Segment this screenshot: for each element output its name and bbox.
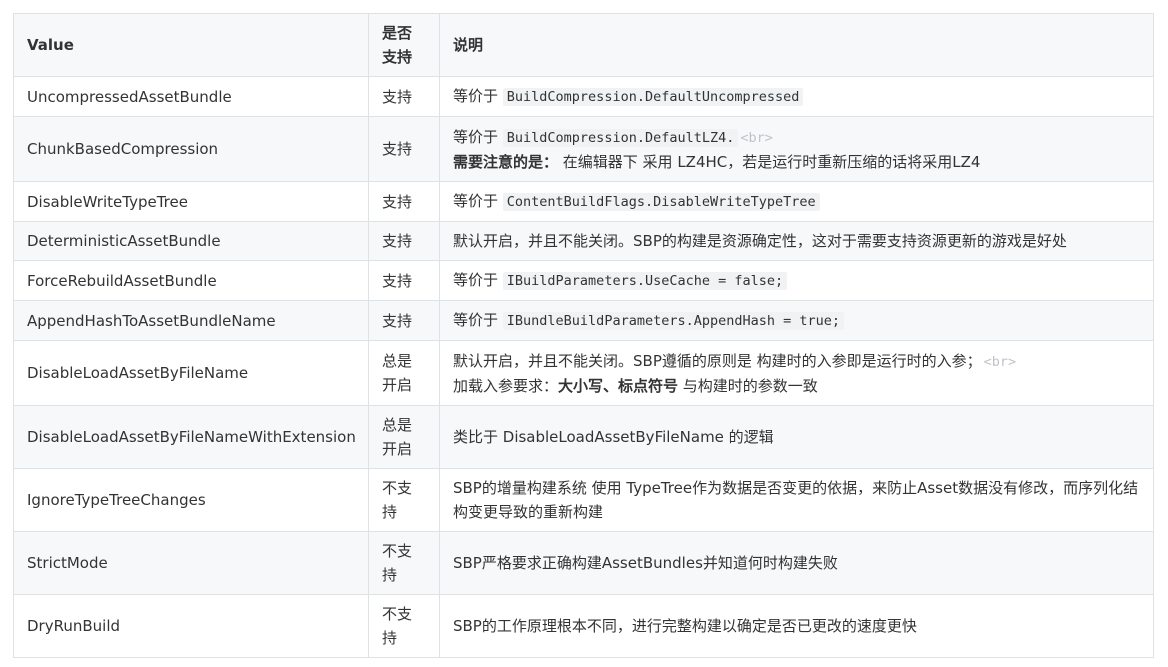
value-cell: UncompressedAssetBundle [13, 76, 369, 117]
description-cell: 等价于 ContentBuildFlags.DisableWriteTypeTr… [439, 181, 1154, 222]
description-text: 等价于 [453, 87, 503, 105]
table-row: ChunkBasedCompression 支持 等价于 BuildCompre… [13, 116, 1154, 182]
description-line: 默认开启，并且不能关闭。SBP遵循的原则是 构建时的入参即是运行时的入参； <br… [453, 349, 1140, 374]
value-cell: IgnoreTypeTreeChanges [13, 468, 369, 532]
support-cell: 支持 [368, 181, 440, 222]
inline-code: BuildCompression.DefaultUncompressed [502, 88, 804, 106]
support-cell: 不支持 [368, 531, 440, 595]
header-description: 说明 [439, 13, 1154, 77]
table-row: UncompressedAssetBundle 支持 等价于 BuildComp… [13, 76, 1154, 117]
value-cell: DisableLoadAssetByFileName [13, 340, 369, 406]
br-tag-text: <br> [983, 353, 1017, 370]
value-cell: DisableLoadAssetByFileNameWithExtension [13, 405, 369, 469]
support-cell: 不支持 [368, 468, 440, 532]
description-text: 等价于 [453, 192, 503, 210]
support-cell: 支持 [368, 300, 440, 341]
inline-code: ContentBuildFlags.DisableWriteTypeTree [502, 193, 820, 211]
header-support: 是否支持 [368, 13, 440, 77]
support-cell: 总是开启 [368, 340, 440, 406]
table-row: DisableWriteTypeTree 支持 等价于 ContentBuild… [13, 181, 1154, 222]
description-text: 等价于 [453, 127, 503, 146]
inline-code: IBuildParameters.UseCache = false; [502, 272, 788, 290]
table-row: IgnoreTypeTreeChanges 不支持 SBP的增量构建系统 使用 … [13, 468, 1154, 532]
description-text: 等价于 [453, 311, 503, 329]
value-cell: DryRunBuild [13, 594, 369, 658]
description-line: 加载入参要求：大小写、标点符号 与构建时的参数一致 [453, 374, 1140, 398]
value-cell: DeterministicAssetBundle [13, 221, 369, 261]
support-cell: 支持 [368, 260, 440, 301]
description-text: 加载入参要求： [453, 376, 559, 395]
header-value: Value [13, 13, 369, 77]
description-line: 等价于 BuildCompression.DefaultLZ4. <br> [453, 125, 1140, 150]
inline-code: IBundleBuildParameters.AppendHash = true… [502, 312, 845, 330]
support-cell: 支持 [368, 116, 440, 182]
bold-note: 大小写、标点符号 [558, 376, 679, 395]
bold-note: 需要注意的是： [453, 152, 559, 171]
table-row: ForceRebuildAssetBundle 支持 等价于 IBuildPar… [13, 260, 1154, 301]
br-tag-text: <br> [740, 129, 773, 146]
description-cell: 等价于 IBundleBuildParameters.AppendHash = … [439, 300, 1154, 341]
description-cell: 默认开启，并且不能关闭。SBP遵循的原则是 构建时的入参即是运行时的入参； <br… [439, 340, 1154, 406]
inline-code: BuildCompression.DefaultLZ4. [502, 128, 739, 147]
table-row: DisableLoadAssetByFileNameWithExtension … [13, 405, 1154, 469]
description-cell: 类比于 DisableLoadAssetByFileName 的逻辑 [439, 405, 1154, 469]
description-cell: SBP的增量构建系统 使用 TypeTree作为数据是否变更的依据，来防止Ass… [439, 468, 1154, 532]
description-line: 需要注意的是： 在编辑器下 采用 LZ4HC，若是运行时重新压缩的话将采用LZ4 [453, 150, 1140, 174]
value-cell: ChunkBasedCompression [13, 116, 369, 182]
description-text: 在编辑器下 采用 LZ4HC，若是运行时重新压缩的话将采用LZ4 [558, 152, 981, 171]
description-cell: 等价于 BuildCompression.DefaultLZ4. <br> 需要注… [439, 116, 1154, 182]
table-row: AppendHashToAssetBundleName 支持 等价于 IBund… [13, 300, 1154, 341]
description-text: 等价于 [453, 271, 503, 289]
description-cell: 等价于 BuildCompression.DefaultUncompressed [439, 76, 1154, 117]
value-cell: ForceRebuildAssetBundle [13, 260, 369, 301]
value-cell: AppendHashToAssetBundleName [13, 300, 369, 341]
support-cell: 支持 [368, 76, 440, 117]
table-row: DeterministicAssetBundle 支持 默认开启，并且不能关闭。… [13, 221, 1154, 261]
table-row: DryRunBuild 不支持 SBP的工作原理根本不同，进行完整构建以确定是否… [13, 594, 1154, 658]
description-text: 与构建时的参数一致 [678, 376, 818, 395]
table-header-row: Value 是否支持 说明 [13, 13, 1154, 77]
value-cell: DisableWriteTypeTree [13, 181, 369, 222]
table-row: StrictMode 不支持 SBP严格要求正确构建AssetBundles并知… [13, 531, 1154, 595]
description-cell: 等价于 IBuildParameters.UseCache = false; [439, 260, 1154, 301]
support-cell: 总是开启 [368, 405, 440, 469]
description-cell: SBP的工作原理根本不同，进行完整构建以确定是否已更改的速度更快 [439, 594, 1154, 658]
description-cell: SBP严格要求正确构建AssetBundles并知道何时构建失败 [439, 531, 1154, 595]
description-cell: 默认开启，并且不能关闭。SBP的构建是资源确定性，这对于需要支持资源更新的游戏是… [439, 221, 1154, 261]
support-cell: 支持 [368, 221, 440, 261]
support-cell: 不支持 [368, 594, 440, 658]
options-table: Value 是否支持 说明 UncompressedAssetBundle 支持… [13, 13, 1154, 658]
description-text: 默认开启，并且不能关闭。SBP遵循的原则是 构建时的入参即是运行时的入参； [453, 351, 982, 370]
table-row: DisableLoadAssetByFileName 总是开启 默认开启，并且不… [13, 340, 1154, 406]
value-cell: StrictMode [13, 531, 369, 595]
